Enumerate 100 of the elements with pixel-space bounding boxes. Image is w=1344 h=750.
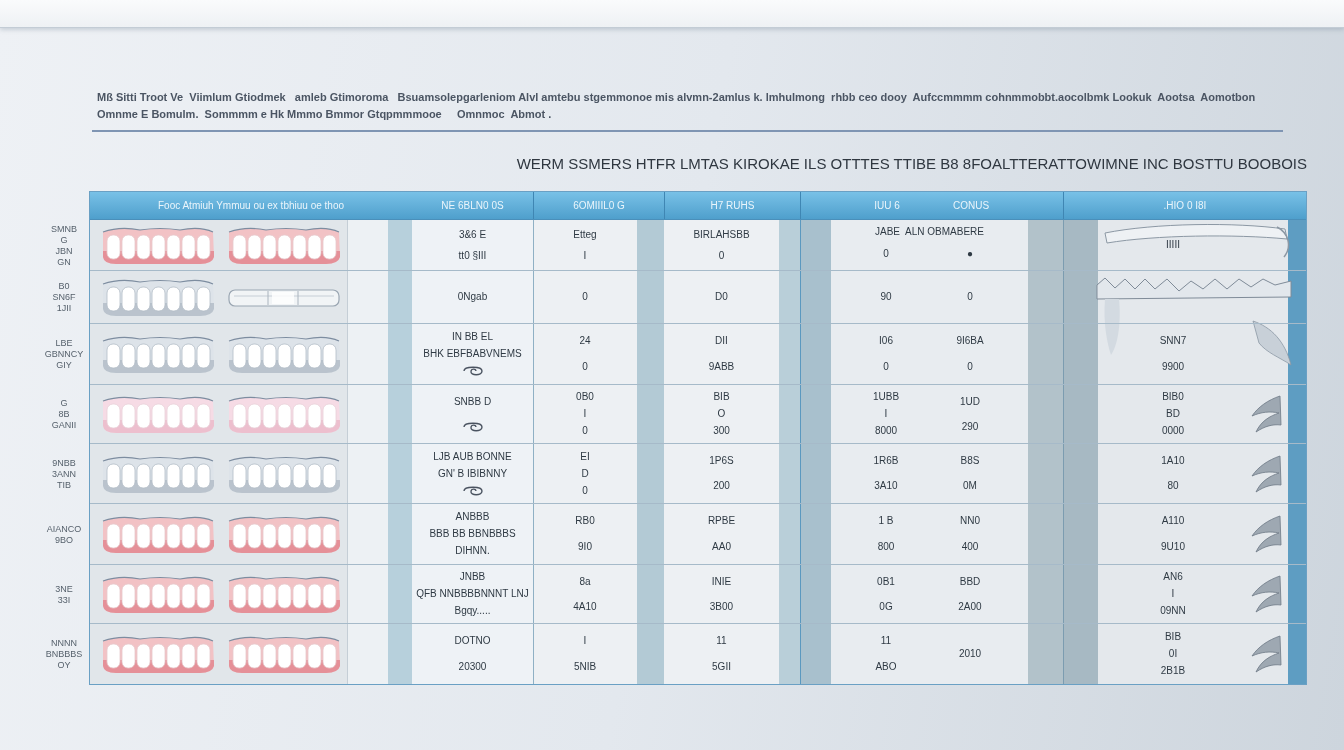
cell-text: RPBE <box>707 515 736 527</box>
cell-text: 800 <box>877 541 895 553</box>
cell-text: 0I <box>1168 648 1178 660</box>
cell-text: 24 <box>579 335 591 347</box>
cell-text: O <box>717 408 726 420</box>
cell-text: I <box>583 249 587 262</box>
column-header: 6OMIIIL0 G <box>533 192 664 219</box>
cell-text: 1P6S <box>709 454 734 467</box>
cell-text: 8000 <box>874 424 898 437</box>
claw-icon <box>1248 514 1282 554</box>
cell-text: 290 <box>961 420 979 433</box>
row-label: NNNN BNBBBS OY <box>45 637 83 671</box>
cell-text: tt0 §III <box>458 249 487 262</box>
intro-text: Mß Sitti Troot Ve Viimlum Gtiodmek amleb Gtimoroma Bsuamsolepgarleniom Alvl amtebu stgemmonoe mis alvmn-2amlus k. lmhulmong rhbb ceo dooy Aufccmmmm cohnmmobbt.aocolbmk Lookuk Aootsa Aomotbon <box>97 90 1257 105</box>
swirl-icon <box>461 484 484 497</box>
row-label: G 8B GANII <box>51 398 77 431</box>
cell-text: 1 B <box>878 515 894 527</box>
cell-text: NN0 <box>960 515 980 527</box>
cell-text: I <box>1171 588 1175 600</box>
column-header: IUU 6 <box>873 199 901 213</box>
cell-text: SNBB D <box>453 395 492 408</box>
cell-text: D <box>581 467 589 480</box>
claw-icon <box>1248 634 1282 674</box>
row-label: 9NBB 3ANN TIB <box>52 457 76 491</box>
claw-icon <box>1248 394 1282 434</box>
cell-text: 0 <box>582 361 588 373</box>
cell-text: BHK EBFBABVNEMS <box>423 348 522 360</box>
cell-text: 0M <box>963 480 977 493</box>
cell-text: Bgqy..... <box>454 604 491 617</box>
cell-text: 2B1B <box>1160 665 1186 678</box>
cell-text: ● <box>966 248 973 260</box>
cell-text: 3B00 <box>709 600 734 613</box>
cell-text: BBB BB BBNBBBS <box>429 528 516 540</box>
cell-text: 0B1 <box>877 575 895 588</box>
cell-text: 0 <box>718 249 725 262</box>
cell-text: 0 <box>582 484 588 497</box>
cell-text: 0 <box>883 248 889 260</box>
cell-text: 0Ngab <box>457 291 488 303</box>
cell-text: RB0 <box>575 515 595 527</box>
row-label: AIANCO 9BO <box>46 523 82 546</box>
cell-text: 11 <box>880 635 892 647</box>
cell-text: 9ABB <box>708 361 735 373</box>
cell-text: ANBBB <box>455 510 490 523</box>
cell-text: IIIII <box>1166 239 1180 251</box>
cell-text: B8S <box>960 454 980 467</box>
cell-text: 300 <box>713 424 730 437</box>
cell-text: 0 <box>967 291 973 303</box>
row-label: B0 SN6F 1JII <box>52 281 76 314</box>
cell-text: DOTNO <box>454 635 491 647</box>
cell-text: SNN7 <box>1159 335 1187 347</box>
cell-text: JABE ALN OBMABERE <box>875 226 984 238</box>
cell-text: 0 <box>582 424 588 437</box>
cell-text: 9I6BA <box>956 335 984 347</box>
row-label: 3NE 33I <box>55 583 73 606</box>
cell-text: I <box>583 635 587 647</box>
cell-text: EI <box>580 450 590 463</box>
cell-text: LJB AUB BONNE <box>433 450 512 463</box>
cell-text: AA0 <box>712 541 731 553</box>
cell-text: BIB0 <box>1162 391 1184 404</box>
cell-text: 8a <box>579 575 591 588</box>
cell-text: 3A10 <box>874 480 898 493</box>
cell-text: 9900 <box>1161 361 1185 373</box>
cell-text: 0 <box>967 361 973 373</box>
cell-text: 0 <box>883 361 889 373</box>
column-header: .HIO 0 I8I <box>1063 192 1306 219</box>
cell-text: ABO <box>875 661 897 673</box>
cell-text: GN' B IBIBNNY <box>437 467 508 480</box>
cell-text: INIE <box>711 575 732 588</box>
cell-text: DIHNN. <box>455 545 490 558</box>
column-header: Fooc Atmiuh Ymmuu ou ex tbhiuu oe thoo <box>156 199 345 213</box>
cell-text: D0 <box>715 291 728 303</box>
cell-text: I06 <box>879 335 893 347</box>
cell-text: 400 <box>961 541 979 553</box>
cell-text: 0000 <box>1161 424 1185 437</box>
swirl-icon <box>461 365 484 378</box>
cell-text: 5GII <box>712 661 731 673</box>
cell-text: 3&6 E <box>458 228 487 241</box>
cell-text: 2A00 <box>958 600 982 613</box>
cell-text: 0B0 <box>576 391 594 404</box>
cell-text: IN BB EL <box>451 330 494 343</box>
cell-text: DII <box>715 335 728 347</box>
column-header: NE 6BLN0 0S <box>440 199 505 213</box>
cell-text: 20300 <box>458 661 487 673</box>
cell-text: 9U10 <box>1161 541 1185 553</box>
cell-text: 2010 <box>958 648 982 660</box>
cell-text: 90 <box>880 291 892 303</box>
cell-text: QFB NNBBBBNNNT LNJ <box>416 588 529 600</box>
cell-text: 09NN <box>1160 604 1186 617</box>
cell-text: 200 <box>713 480 730 493</box>
cell-text: A110 <box>1161 515 1185 527</box>
cell-text: 1A10 <box>1161 454 1185 467</box>
cell-text: 5NIB <box>573 661 597 673</box>
column-header: H7 RUHS <box>664 192 800 219</box>
cell-text: 80 <box>1167 480 1179 493</box>
row-label: LBE GBNNCY GIY <box>44 338 84 371</box>
cell-text: 1R6B <box>873 454 899 467</box>
cell-text: 0G <box>879 600 893 613</box>
cell-text: 0 <box>582 291 588 303</box>
swirl-icon <box>461 420 484 433</box>
cell-text: BIRLAHSBB <box>693 228 750 241</box>
